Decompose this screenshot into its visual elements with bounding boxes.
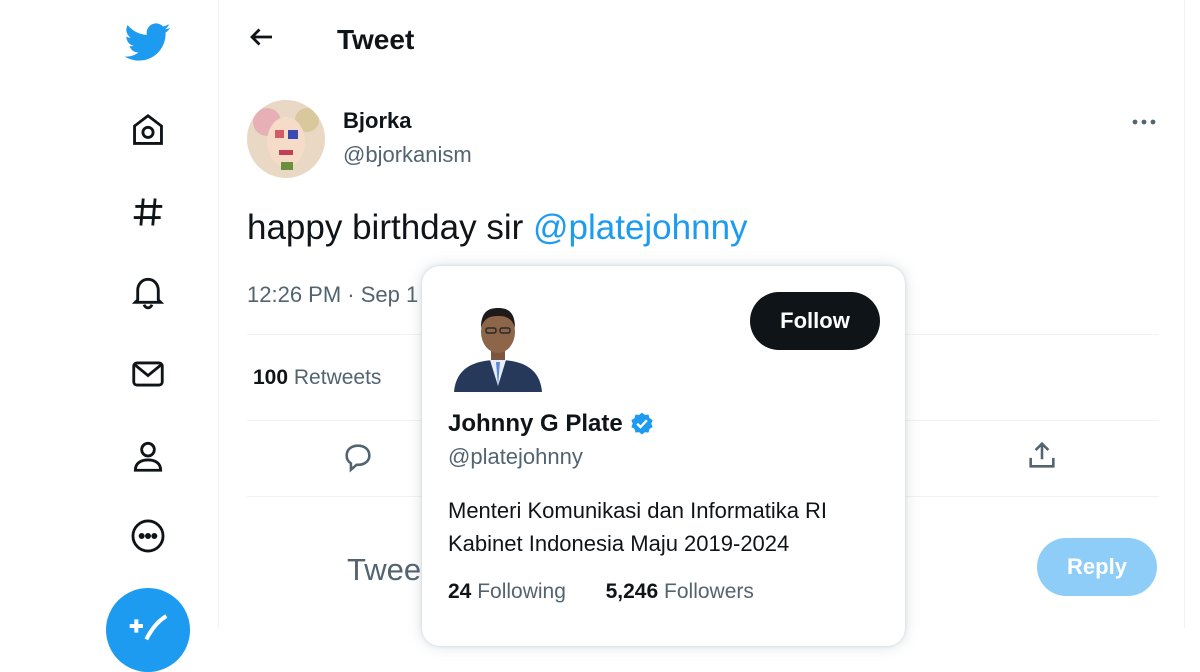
retweets-count: 100	[253, 366, 289, 389]
twitter-logo-icon[interactable]	[124, 18, 172, 66]
messages-envelope-icon[interactable]	[124, 350, 172, 398]
hover-card-name[interactable]: Johnny G Plate	[448, 410, 623, 438]
back-arrow-icon[interactable]	[247, 22, 283, 58]
explore-hashtag-icon[interactable]	[124, 188, 172, 236]
sidebar-nav	[0, 0, 219, 672]
retweets-stat[interactable]: 100 Retweets	[253, 366, 381, 390]
more-options-icon[interactable]	[1129, 110, 1159, 134]
follow-button[interactable]: Follow	[750, 292, 880, 350]
bio-line: Kabinet Indonesia Maju 2019-2024	[448, 531, 790, 556]
verified-badge-icon	[631, 412, 653, 435]
hover-card-stats: 24 Following 5,246 Followers	[448, 580, 754, 604]
reply-action[interactable]	[341, 440, 381, 480]
tweet-text-body: happy birthday sir	[247, 208, 533, 247]
following-count: 24	[448, 580, 472, 603]
author-handle[interactable]: @bjorkanism	[343, 142, 472, 168]
hover-card-bio: Menteri Komunikasi dan Informatika RI Ka…	[448, 494, 888, 560]
share-upload-icon	[1029, 441, 1055, 468]
more-circle-icon[interactable]	[124, 512, 172, 560]
page-title: Tweet	[337, 24, 415, 55]
retweets-label: Retweets	[293, 366, 382, 389]
share-action[interactable]	[1025, 438, 1065, 478]
profile-hover-card: Follow Johnny G Plate @platejohnny Mente…	[422, 266, 905, 646]
column-border	[1184, 0, 1185, 628]
compose-tweet-button[interactable]	[106, 588, 190, 672]
following-stat[interactable]: 24 Following	[448, 580, 566, 603]
mention-link[interactable]: @platejohnny	[533, 208, 748, 247]
followers-count: 5,246	[605, 580, 659, 603]
following-label: Following	[477, 580, 566, 603]
author-avatar[interactable]	[247, 100, 325, 178]
home-icon[interactable]	[124, 106, 172, 154]
reply-button[interactable]: Reply	[1037, 538, 1157, 596]
notifications-bell-icon[interactable]	[124, 268, 172, 316]
hover-card-name-row: Johnny G Plate	[448, 410, 655, 438]
profile-person-icon[interactable]	[124, 432, 172, 480]
hover-card-handle[interactable]: @platejohnny	[448, 444, 583, 470]
compose-tweet-icon	[129, 614, 168, 641]
hover-card-avatar[interactable]	[452, 290, 544, 392]
tweet-timestamp[interactable]: 12:26 PM · Sep 1	[247, 282, 418, 308]
author-name[interactable]: Bjorka	[343, 108, 411, 134]
reply-input-placeholder[interactable]: Twee	[347, 552, 421, 588]
followers-stat[interactable]: 5,246 Followers	[606, 580, 754, 603]
tweet-text: happy birthday sir @platejohnny	[247, 208, 748, 248]
bio-line: Menteri Komunikasi dan Informatika RI	[448, 498, 828, 523]
followers-label: Followers	[664, 580, 754, 603]
reply-bubble-icon	[345, 444, 371, 473]
